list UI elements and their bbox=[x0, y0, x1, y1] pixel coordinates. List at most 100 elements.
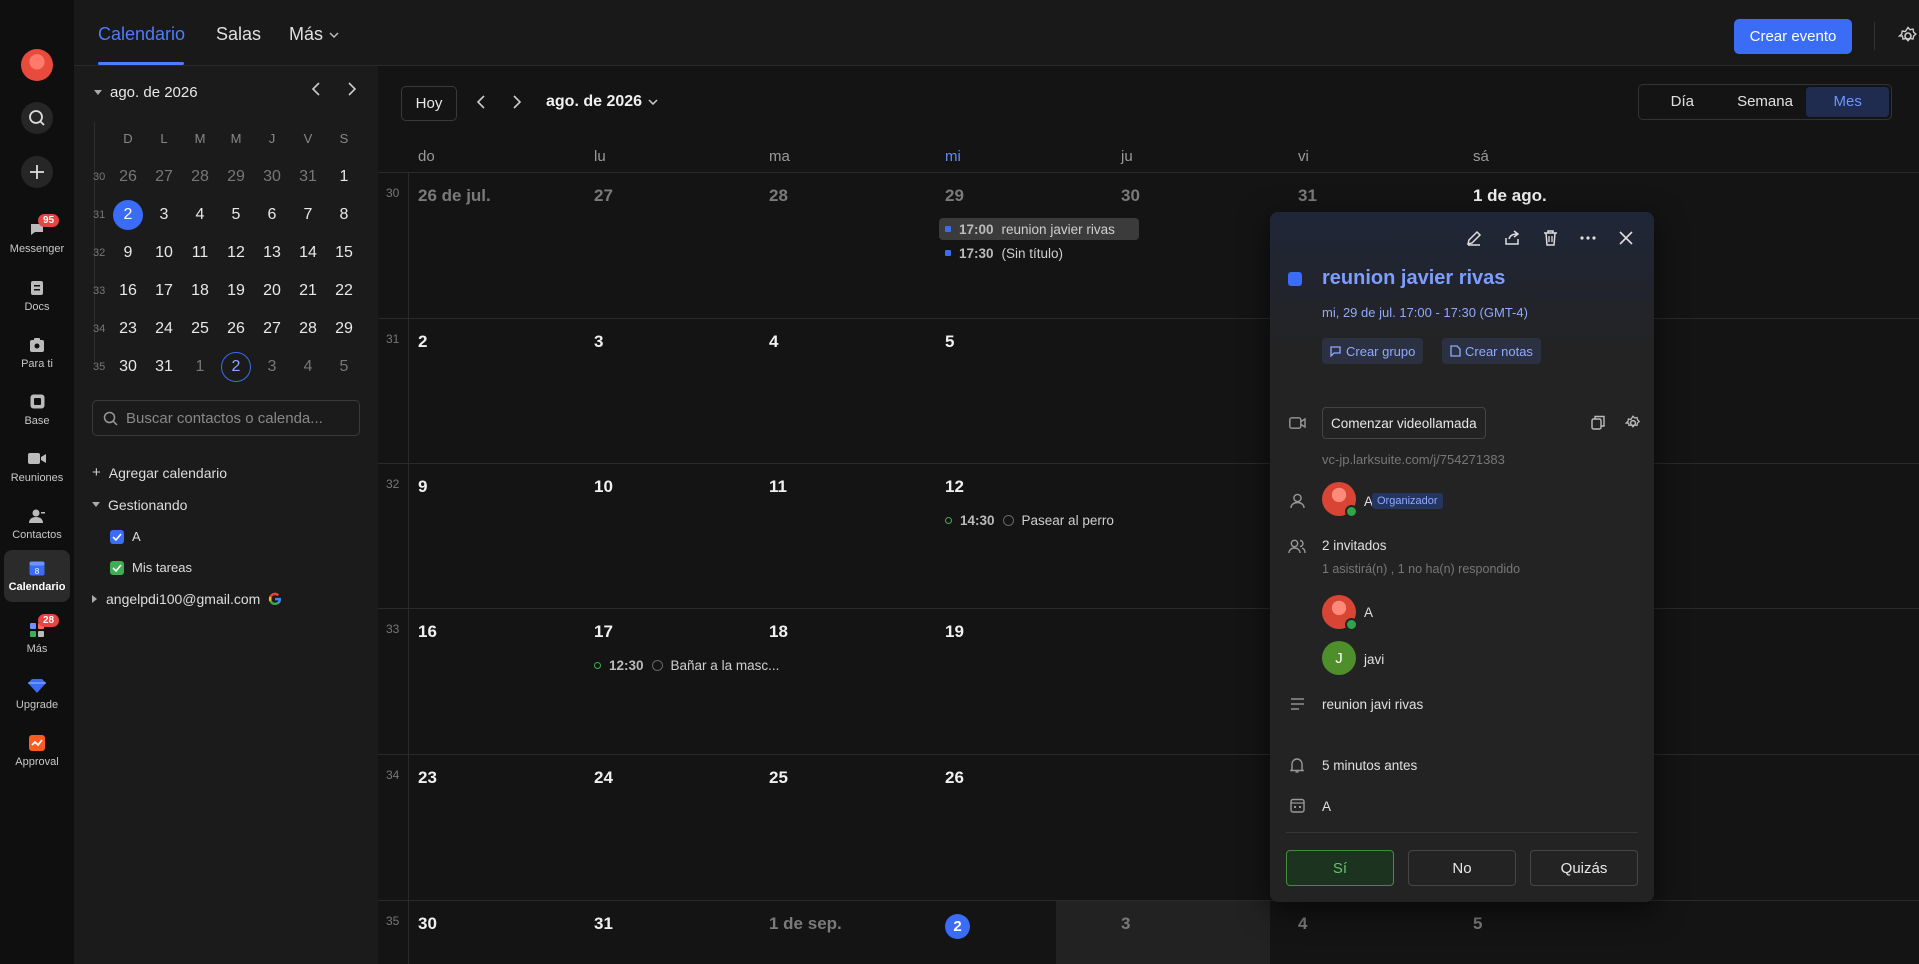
rail-item-calendario[interactable]: 8 Calendario bbox=[4, 550, 70, 602]
tab-mas[interactable]: Más bbox=[289, 24, 339, 45]
mini-day[interactable]: 15 bbox=[326, 236, 362, 270]
edit-button[interactable] bbox=[1464, 228, 1484, 248]
view-day-button[interactable]: Día bbox=[1641, 87, 1724, 117]
mini-day[interactable]: 29 bbox=[218, 160, 254, 194]
day-cell-date[interactable]: 16 bbox=[418, 622, 437, 642]
video-settings-button[interactable] bbox=[1624, 415, 1641, 436]
mini-day[interactable]: 17 bbox=[146, 274, 182, 308]
day-cell-date[interactable]: 5 bbox=[1473, 914, 1482, 934]
mini-day[interactable]: 22 bbox=[326, 274, 362, 308]
mini-day[interactable]: 12 bbox=[218, 236, 254, 270]
day-cell-date[interactable]: 24 bbox=[594, 768, 613, 788]
task-checkbox-icon[interactable] bbox=[1002, 514, 1014, 526]
settings-button[interactable] bbox=[1897, 26, 1918, 51]
day-cell-date[interactable]: 29 bbox=[945, 186, 964, 206]
mini-day[interactable]: 31 bbox=[290, 160, 326, 194]
day-cell-date[interactable]: 18 bbox=[769, 622, 788, 642]
user-avatar[interactable] bbox=[21, 49, 53, 81]
rsvp-no-button[interactable]: No bbox=[1408, 850, 1516, 886]
month-picker[interactable]: ago. de 2026 bbox=[546, 93, 658, 111]
calendar-item-mis-tareas[interactable]: Mis tareas bbox=[110, 560, 192, 575]
next-month-button[interactable] bbox=[507, 92, 527, 112]
mini-day[interactable]: 3 bbox=[254, 350, 290, 384]
guest-avatar[interactable]: J bbox=[1322, 641, 1356, 675]
rail-item-messenger[interactable]: 95 Messenger bbox=[4, 212, 70, 264]
rail-item-mas[interactable]: 28 Más bbox=[4, 612, 70, 664]
view-month-button[interactable]: Mes bbox=[1806, 87, 1890, 117]
task-item[interactable]: 12:30 Bañar a la masc... bbox=[588, 654, 788, 676]
event-item[interactable]: 17:00 reunion javier rivas bbox=[939, 218, 1139, 240]
mini-day[interactable]: 3 bbox=[146, 198, 182, 232]
day-cell-date[interactable]: 11 bbox=[769, 477, 787, 497]
mini-day[interactable]: 16 bbox=[110, 274, 146, 308]
rail-item-base[interactable]: Base bbox=[4, 384, 70, 436]
delete-button[interactable] bbox=[1540, 228, 1560, 248]
day-cell-date[interactable]: 31 bbox=[594, 914, 613, 934]
mini-day[interactable]: 13 bbox=[254, 236, 290, 270]
mis-tareas-checkbox[interactable] bbox=[110, 560, 124, 575]
mini-day[interactable]: 11 bbox=[182, 236, 218, 270]
mini-day[interactable]: 27 bbox=[146, 160, 182, 194]
day-cell-date[interactable]: 23 bbox=[418, 768, 437, 788]
mini-day[interactable]: 1 bbox=[182, 350, 218, 384]
mini-day[interactable]: 10 bbox=[146, 236, 182, 270]
day-cell-date[interactable]: 4 bbox=[769, 332, 778, 352]
rsvp-yes-button[interactable]: Sí bbox=[1286, 850, 1394, 886]
day-cell-date[interactable]: 27 bbox=[594, 186, 613, 206]
mini-day[interactable]: 2 bbox=[110, 198, 146, 232]
day-cell-date[interactable]: 30 bbox=[418, 914, 437, 934]
mini-day[interactable]: 2 bbox=[218, 350, 254, 384]
search-input[interactable] bbox=[126, 409, 346, 427]
day-cell-date[interactable]: 1 de ago. bbox=[1473, 186, 1547, 206]
create-button[interactable] bbox=[21, 156, 53, 188]
mini-day[interactable]: 18 bbox=[182, 274, 218, 308]
day-cell-date[interactable]: 26 bbox=[945, 768, 964, 788]
rail-item-approval[interactable]: Approval bbox=[4, 725, 70, 777]
mini-day[interactable]: 25 bbox=[182, 312, 218, 346]
day-cell-date[interactable]: 26 de jul. bbox=[418, 186, 491, 206]
prev-month-button[interactable] bbox=[471, 92, 491, 112]
day-cell-date[interactable]: 17 bbox=[594, 622, 613, 642]
rsvp-maybe-button[interactable]: Quizás bbox=[1530, 850, 1638, 886]
mini-day[interactable]: 23 bbox=[110, 312, 146, 346]
close-popup-button[interactable] bbox=[1616, 228, 1636, 248]
day-cell-date[interactable]: 10 bbox=[594, 477, 613, 497]
share-button[interactable] bbox=[1502, 228, 1522, 248]
collapse-caret-icon[interactable] bbox=[94, 89, 102, 96]
mini-day[interactable]: 26 bbox=[110, 160, 146, 194]
global-search-button[interactable] bbox=[21, 102, 53, 134]
day-cell-date[interactable]: 3 bbox=[1121, 914, 1130, 934]
day-cell-date[interactable]: 9 bbox=[418, 477, 427, 497]
rail-item-para-ti[interactable]: Para ti bbox=[4, 327, 70, 379]
video-call-link[interactable]: vc-jp.larksuite.com/j/754271383 bbox=[1322, 452, 1505, 467]
day-cell-date[interactable]: 12 bbox=[945, 477, 964, 497]
mini-day[interactable]: 24 bbox=[146, 312, 182, 346]
mini-day[interactable]: 6 bbox=[254, 198, 290, 232]
mini-day[interactable]: 5 bbox=[218, 198, 254, 232]
mini-day[interactable]: 4 bbox=[182, 198, 218, 232]
more-options-button[interactable] bbox=[1578, 228, 1598, 248]
mini-day[interactable]: 27 bbox=[254, 312, 290, 346]
day-cell-date[interactable]: 25 bbox=[769, 768, 788, 788]
create-event-button[interactable]: Crear evento bbox=[1734, 19, 1852, 54]
mini-day[interactable]: 29 bbox=[326, 312, 362, 346]
organizer-avatar[interactable] bbox=[1322, 482, 1358, 518]
day-cell-date[interactable]: 5 bbox=[945, 332, 954, 352]
today-button[interactable]: Hoy bbox=[401, 86, 457, 121]
start-video-call-button[interactable]: Comenzar videollamada bbox=[1322, 407, 1486, 439]
calendar-a-checkbox[interactable] bbox=[110, 529, 124, 544]
guests-count[interactable]: 2 invitados bbox=[1322, 538, 1387, 553]
mini-day[interactable]: 7 bbox=[290, 198, 326, 232]
day-cell-date[interactable]: 31 bbox=[1298, 186, 1317, 206]
day-cell-date[interactable]: 19 bbox=[945, 622, 964, 642]
guest-avatar[interactable] bbox=[1322, 595, 1358, 631]
day-cell-date[interactable]: 1 de sep. bbox=[769, 914, 842, 934]
create-notes-button[interactable]: Crear notas bbox=[1442, 338, 1541, 364]
calendar-item-a[interactable]: A bbox=[110, 529, 141, 544]
create-group-button[interactable]: Crear grupo bbox=[1322, 338, 1424, 364]
mini-day[interactable]: 30 bbox=[110, 350, 146, 384]
mini-day[interactable]: 28 bbox=[182, 160, 218, 194]
day-cell-date[interactable]: 2 bbox=[418, 332, 427, 352]
mini-prev-month-button[interactable] bbox=[311, 82, 321, 101]
tab-calendario[interactable]: Calendario bbox=[98, 24, 185, 45]
